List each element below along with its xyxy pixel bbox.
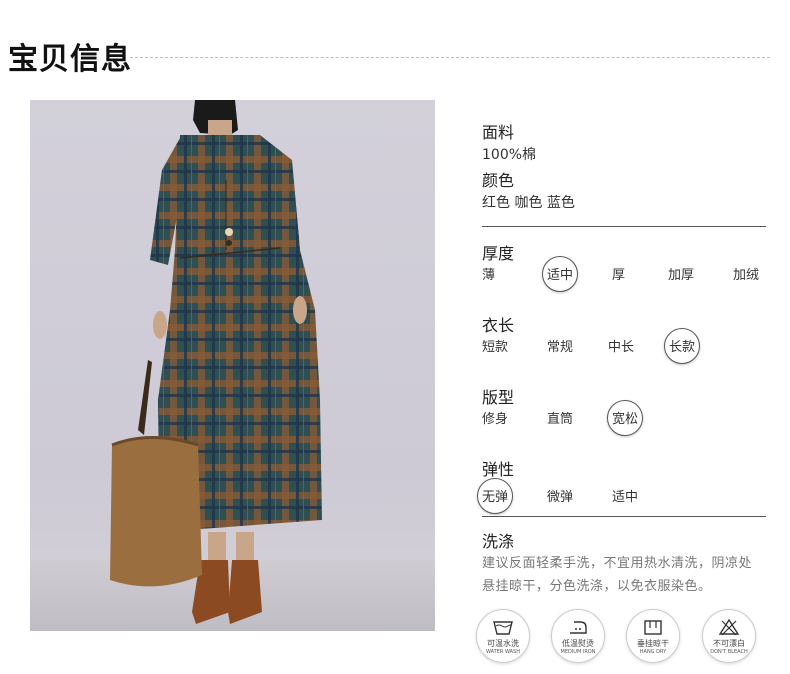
length-label: 衣长 [482,316,515,335]
thickness-option-thick: 厚 [612,268,626,283]
washing-text-line2: 悬挂晾干，分色洗涤，以免衣服染色。 [482,579,712,594]
length-option-long-selected: 长款 [663,327,701,364]
iron-icon [570,621,587,634]
washing-label: 洗涤 [482,532,515,551]
elasticity-option-none-selected: 无弹 [476,477,514,514]
washtub-icon [493,621,513,635]
no-bleach-icon [718,618,740,636]
care-label-en: HANG DRY [639,649,667,655]
product-photo [30,100,435,631]
fabric-label: 面料 [482,123,515,142]
care-badge-medium-iron: 低温熨烫 MEDIUM IRON [551,609,605,663]
header-divider [130,57,770,58]
length-option-regular: 常规 [547,340,574,355]
hanger-icon [644,620,662,635]
care-label-en: DON'T BLEACH [710,649,748,655]
fit-option-slim: 修身 [482,412,509,427]
thickness-option-fleece: 加绒 [733,268,760,283]
washing-text-line1: 建议反面轻柔手洗，不宜用热水清洗，阴凉处 [482,556,753,571]
care-badge-water-wash: 可温水洗 WATER WASH [476,609,530,663]
care-label-en: MEDIUM IRON [560,649,596,655]
elasticity-option-medium: 适中 [612,490,639,505]
fit-option-loose-selected: 宽松 [606,399,644,436]
elasticity-option-slight: 微弹 [547,490,574,505]
care-label-cn: 可温水洗 [487,639,519,648]
divider [482,516,766,517]
thickness-option-extra-thick: 加厚 [668,268,695,283]
section-title: 宝贝信息 [8,42,132,77]
care-label-en: WATER WASH [485,649,520,655]
fit-option-straight: 直筒 [547,412,574,427]
care-badge-no-bleach: 不可漂白 DON'T BLEACH [702,609,756,663]
divider [482,226,766,227]
care-badge-hang-dry: 垂挂晾干 HANG DRY [626,609,680,663]
elasticity-label: 弹性 [482,460,515,479]
length-option-short: 短款 [482,340,509,355]
care-label-cn: 垂挂晾干 [637,639,669,648]
fabric-value: 100%棉 [482,147,537,163]
thickness-option-medium-selected: 适中 [541,255,579,292]
color-value: 红色 咖色 蓝色 [482,195,575,211]
thickness-label: 厚度 [482,244,515,263]
care-label-cn: 不可漂白 [713,639,745,648]
thickness-option-thin: 薄 [482,268,496,283]
fit-label: 版型 [482,388,515,407]
care-label-cn: 低温熨烫 [562,639,594,648]
length-option-mid: 中长 [608,340,635,355]
color-label: 颜色 [482,171,515,190]
